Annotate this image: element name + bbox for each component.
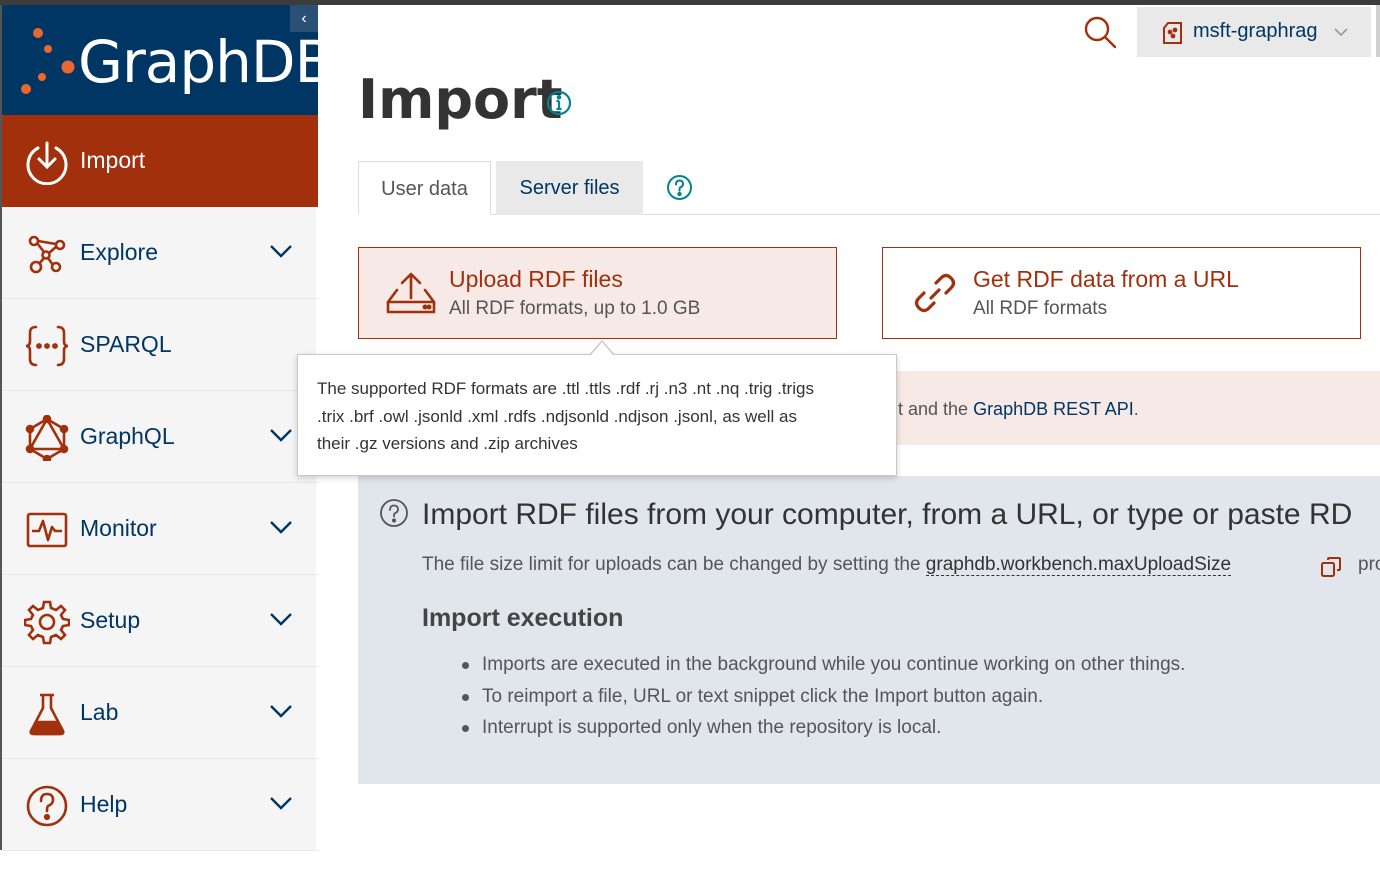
repository-name: msft-graphrag xyxy=(1193,20,1318,42)
sparql-icon xyxy=(25,325,69,367)
card-title: Get RDF data from a URL xyxy=(973,266,1239,292)
help-icon xyxy=(26,785,68,827)
card-subtitle: All RDF formats xyxy=(973,298,1108,319)
sidebar-item-label: SPARQL xyxy=(80,331,172,357)
chevron-down-icon xyxy=(270,521,292,534)
import-execution-list: Imports are executed in the background w… xyxy=(422,649,1185,744)
info-icon[interactable] xyxy=(546,90,572,116)
repository-icon xyxy=(1163,22,1182,44)
alert-text-suffix: . xyxy=(1133,399,1139,419)
copy-icon[interactable] xyxy=(1320,556,1342,578)
sidebar-item-label: Explore xyxy=(80,239,158,265)
sidebar-item-lab[interactable]: Lab xyxy=(2,667,318,759)
sidebar-item-label: Monitor xyxy=(80,515,157,541)
sidebar-collapse-button[interactable]: ‹ xyxy=(290,5,318,32)
chevron-down-icon xyxy=(270,429,292,442)
tooltip-line: .trix .brf .owl .jsonld .xml .rdfs .ndjs… xyxy=(317,406,797,426)
upload-size-note: The file size limit for uploads can be c… xyxy=(422,554,1232,576)
monitor-icon xyxy=(26,512,68,548)
gear-icon xyxy=(24,600,70,645)
upload-icon xyxy=(386,272,436,314)
sidebar-item-sparql[interactable]: SPARQL xyxy=(2,299,318,391)
link-icon xyxy=(914,273,956,313)
tooltip-line: The supported RDF formats are .ttl .ttls… xyxy=(317,379,814,398)
help-circle-icon xyxy=(380,499,408,527)
graphdb-logo-icon xyxy=(21,28,75,94)
alert-text: t and the GraphDB REST API. xyxy=(898,399,1139,420)
sidebar-item-setup[interactable]: Setup xyxy=(2,575,318,667)
tooltip-line: their .gz versions and .zip archives xyxy=(317,434,578,453)
max-upload-size-property: graphdb.workbench.maxUploadSize xyxy=(925,554,1232,576)
card-subtitle: All RDF formats, up to 1.0 GB xyxy=(449,298,701,319)
sidebar-item-explore[interactable]: Explore xyxy=(2,207,318,299)
upload-rdf-files-card[interactable]: Upload RDF files All RDF formats, up to … xyxy=(358,247,837,339)
explore-icon xyxy=(28,235,66,274)
import-info-panel: Import RDF files from your computer, fro… xyxy=(358,476,1380,784)
help-circle-icon[interactable] xyxy=(666,174,693,201)
flask-icon xyxy=(29,693,65,736)
search-icon[interactable] xyxy=(1082,14,1118,50)
get-rdf-from-url-card[interactable]: Get RDF data from a URL All RDF formats xyxy=(882,247,1361,339)
tab-user-data[interactable]: User data xyxy=(358,161,491,215)
chevron-down-icon xyxy=(270,705,292,718)
logo-area[interactable]: GraphDB ‹ xyxy=(2,5,334,115)
list-item: To reimport a file, URL or text snippet … xyxy=(422,681,1185,713)
upload-size-text: The file size limit for uploads can be c… xyxy=(422,554,926,575)
page-title: Import xyxy=(358,68,563,131)
repository-selector[interactable]: msft-graphrag xyxy=(1137,7,1371,57)
sidebar-item-label: Lab xyxy=(80,699,119,725)
sidebar-item-import[interactable]: Import xyxy=(2,115,318,207)
chevron-down-icon xyxy=(270,245,292,258)
tab-server-files[interactable]: Server files xyxy=(496,161,643,215)
import-execution-heading: Import execution xyxy=(422,604,624,632)
chevron-down-icon xyxy=(270,797,292,810)
sidebar-item-label: Help xyxy=(80,791,128,817)
alert-text-prefix: t and the xyxy=(898,399,974,419)
upload-size-note-tail: pro xyxy=(1358,554,1380,575)
sidebar: GraphDB ‹ Import Explore SPARQL GraphQL xyxy=(0,5,334,851)
brand-name: GraphDB xyxy=(78,28,334,96)
sidebar-item-graphql[interactable]: GraphQL xyxy=(2,391,318,483)
info-heading: Import RDF files from your computer, fro… xyxy=(422,498,1353,531)
graphql-icon xyxy=(25,415,69,461)
supported-formats-tooltip: The supported RDF formats are .ttl .ttls… xyxy=(297,354,897,476)
sidebar-item-label: GraphQL xyxy=(80,423,175,449)
window-edge xyxy=(1376,5,1380,57)
list-item: Imports are executed in the background w… xyxy=(422,649,1185,681)
import-icon xyxy=(26,141,68,185)
card-title: Upload RDF files xyxy=(449,266,623,292)
chevron-down-icon xyxy=(270,613,292,626)
chevron-down-icon xyxy=(1334,28,1348,37)
sidebar-item-label: Setup xyxy=(80,607,141,633)
sidebar-item-help[interactable]: Help xyxy=(2,759,318,851)
list-item: Interrupt is supported only when the rep… xyxy=(422,712,1185,744)
tooltip-arrow-fill xyxy=(590,342,614,356)
rest-api-link[interactable]: GraphDB REST API xyxy=(973,399,1134,419)
sidebar-item-label: Import xyxy=(80,147,146,173)
sidebar-item-monitor[interactable]: Monitor xyxy=(2,483,318,575)
